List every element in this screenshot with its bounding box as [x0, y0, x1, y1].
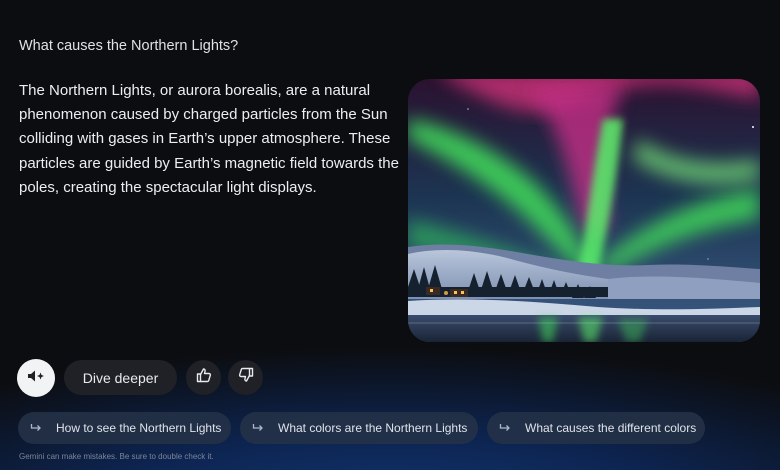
- suggestion-chip[interactable]: How to see the Northern Lights: [18, 412, 231, 444]
- suggestion-label: What causes the different colors: [525, 421, 697, 435]
- speaker-sparkle-icon: [26, 369, 46, 388]
- suggestion-chip[interactable]: What colors are the Northern Lights: [240, 412, 478, 444]
- disclaimer-text: Gemini can make mistakes. Be sure to dou…: [19, 452, 214, 461]
- suggestion-label: What colors are the Northern Lights: [278, 421, 468, 435]
- thumbs-up-button[interactable]: [186, 360, 221, 395]
- dive-deeper-button[interactable]: Dive deeper: [64, 360, 177, 395]
- assistant-screen: What causes the Northern Lights? The Nor…: [0, 0, 780, 470]
- suggestion-label: How to see the Northern Lights: [56, 421, 222, 435]
- thumbs-down-button[interactable]: [228, 360, 263, 395]
- suggestion-chip[interactable]: What causes the different colors: [487, 412, 705, 444]
- reply-arrow-icon: [30, 423, 44, 433]
- thumbs-up-icon: [196, 367, 212, 388]
- aurora-image[interactable]: [408, 79, 760, 342]
- speaker-sparkle-button[interactable]: [17, 359, 55, 397]
- reply-arrow-icon: [252, 423, 266, 433]
- reply-arrow-icon: [499, 423, 513, 433]
- thumbs-down-icon: [238, 367, 254, 388]
- assistant-answer: The Northern Lights, or aurora borealis,…: [19, 82, 399, 196]
- user-question: What causes the Northern Lights?: [19, 38, 239, 54]
